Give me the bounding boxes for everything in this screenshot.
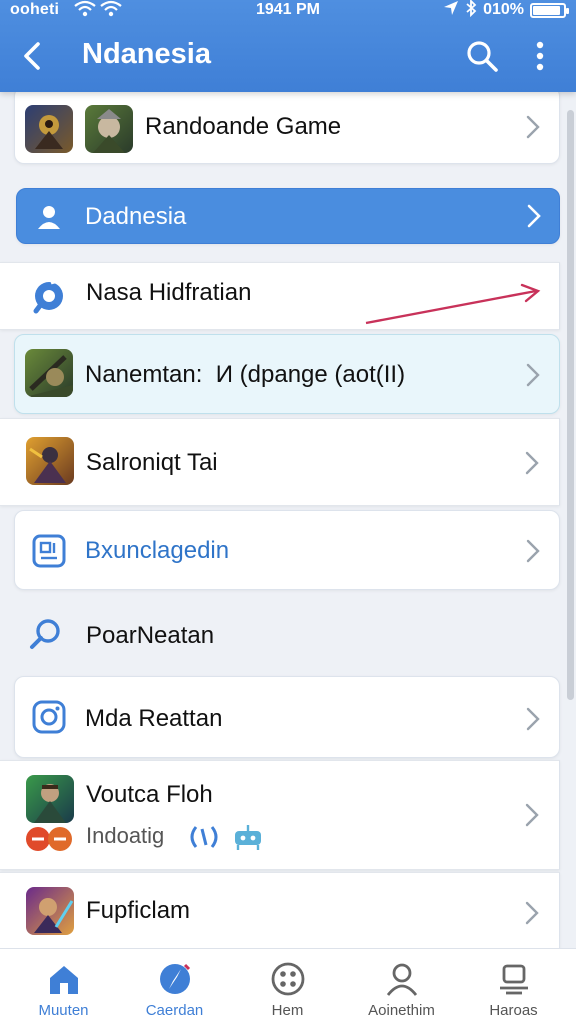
person-icon [386,963,418,996]
list-item-poarneatan[interactable]: PoarNeatan [0,596,560,672]
game-app-icon-2 [85,105,133,153]
tab-label: Hem [271,1002,304,1019]
chevron-right-icon [525,803,539,827]
game-app-icon-1 [25,105,73,153]
chevron-right-icon [525,901,539,925]
camera-icon [32,700,66,734]
settings-list: Randoande Game Dadnesia Nasa Hidfratian … [0,92,576,948]
location-icon [443,0,459,21]
list-item-label: PoarNeatan [86,622,215,649]
status-bar: ooheti 1941 PM 010% [0,0,576,20]
robot-icon [235,825,261,850]
tab-label: Caerdan [145,1002,204,1019]
search-icon [30,619,60,649]
tab-haroas[interactable]: Haroas [456,949,571,1024]
grid-circle-icon [271,962,305,996]
list-item-label: Voutca Floh [86,781,213,808]
battery-fill [533,5,560,15]
page-title: Ndanesia [82,38,211,70]
list-item-label: Nasa Hidfratian [86,279,252,306]
tab-label: Muuten [38,1002,89,1019]
list-item-salroniqt[interactable]: Salroniqt Tai [0,418,560,506]
scrollbar[interactable] [567,110,574,700]
navigation-row: Ndanesia [0,22,576,90]
list-item-hidfratian[interactable]: Nasa Hidfratian [0,262,560,330]
top-app-bar: ooheti 1941 PM 010% Ndanesia [0,0,576,92]
game-app-icon-6 [26,887,74,935]
chevron-right-icon [526,115,540,139]
sync-icon [190,826,218,848]
annotation-arrow-icon [365,283,541,325]
tab-label: Aoinethim [368,1002,435,1019]
tab-explore[interactable]: Caerdan [117,949,232,1024]
chevron-right-icon [526,539,540,563]
list-item-label: Fupficlam [86,897,191,924]
chat-bubble-icon [33,280,66,314]
compass-icon [160,963,191,994]
chevron-right-icon [526,363,540,387]
chevron-right-icon [525,451,539,475]
battery-icon [530,2,569,18]
tab-profile[interactable]: Aoinethim [344,949,459,1024]
more-vertical-icon [536,41,544,71]
list-item-label: Salroniqt Tai [86,449,218,476]
list-item-game[interactable]: Randoande Game [14,92,560,164]
tab-label: Haroas [489,1002,538,1019]
list-item-nanemtan[interactable]: Nanemtan: И (dpange (aot(II) [14,334,560,414]
list-item-label: Mda Reattan [85,705,223,732]
bottom-tab-bar: Muuten Caerdan Hem Aoinethim Haroas [0,948,576,1024]
user-icon [38,206,60,229]
game-app-icon-3 [25,349,73,397]
list-item-bxunclagedin[interactable]: Bxunclagedin [14,510,560,590]
search-button[interactable] [462,36,502,76]
more-options-button[interactable] [526,36,554,76]
game-app-icon-4 [26,437,74,485]
list-item-label: Bxunclagedin [85,537,230,564]
list-item-label: Nanemtan: И (dpange (aot(II) [85,361,406,388]
back-button[interactable] [14,36,50,76]
list-item-label: Dadnesia [85,203,187,230]
monitor-icon [500,964,528,995]
search-icon [467,41,498,72]
list-item-fupficlam[interactable]: Fupficlam [0,872,560,948]
bluetooth-icon [465,0,477,22]
list-item-label: Randoande Game [145,113,342,140]
home-icon [50,966,78,994]
game-app-icon-5 [26,775,74,823]
list-item-mda-reattan[interactable]: Mda Reattan [14,676,560,758]
list-item-sublabel: Indoatig [86,823,165,848]
chevron-right-icon [527,204,541,228]
status-right-group: 010% [443,0,569,22]
chevron-right-icon [526,707,540,731]
list-item-voutca[interactable]: Voutca Floh Indoatig [0,760,560,870]
battery-percent: 010% [483,1,524,18]
tab-home[interactable]: Muuten [6,949,121,1024]
list-item-profile[interactable]: Dadnesia [16,188,560,244]
rating-badge-icon [26,827,72,851]
chevron-left-icon [24,42,40,70]
tab-hem[interactable]: Hem [230,949,345,1024]
document-icon [32,534,66,568]
